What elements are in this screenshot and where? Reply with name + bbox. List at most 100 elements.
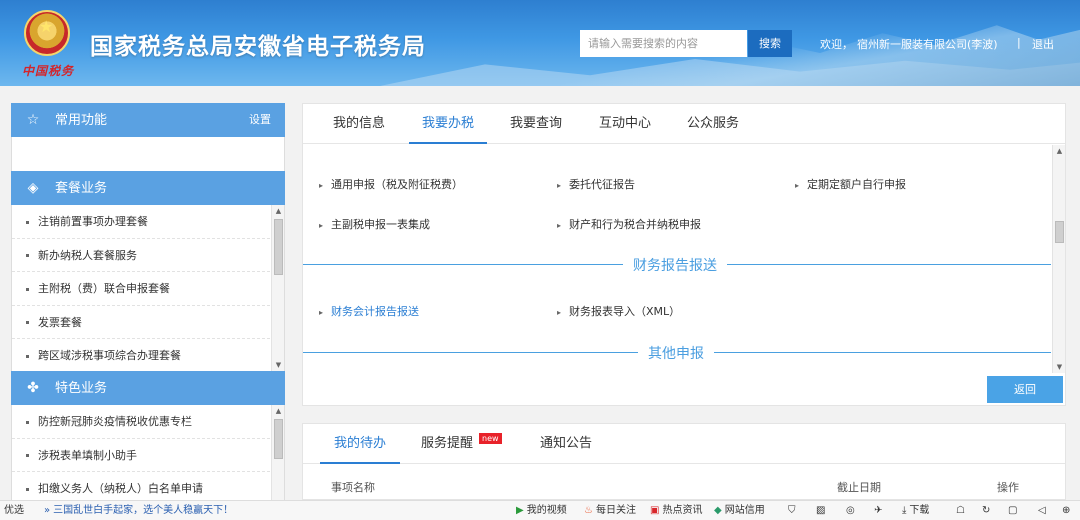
settings-link[interactable]: 设置 xyxy=(249,103,271,137)
tab-public-service[interactable]: 公众服务 xyxy=(687,104,739,144)
emblem-caption: 中国税务 xyxy=(22,64,75,78)
column-header-deadline: 截止日期 xyxy=(837,481,881,494)
scroll-thumb[interactable] xyxy=(1055,221,1064,243)
common-functions-title: 常用功能 xyxy=(55,113,108,128)
package-business-title: 套餐业务 xyxy=(55,181,108,196)
globe-icon[interactable]: ◎ xyxy=(846,501,855,520)
tab-tax-handling[interactable]: 我要办税 xyxy=(409,104,488,144)
tax-services-panel: 我的信息 我要办税 我要查询 互动中心 公众服务 ▸ 通用申报（税及附征税费） ▸… xyxy=(302,103,1066,406)
sidebar-item-package[interactable]: 主附税（费）联合申报套餐 xyxy=(12,272,270,306)
caret-right-icon: ▸ xyxy=(319,308,324,317)
search-input[interactable] xyxy=(580,30,747,57)
status-my-video[interactable]: ▶ 我的视频 xyxy=(516,501,567,520)
new-badge: new xyxy=(479,433,502,444)
scroll-thumb[interactable] xyxy=(274,219,283,275)
section-title-other: 其他申报 xyxy=(638,343,714,363)
company-name[interactable]: 宿州新一服装有限公司(李波) xyxy=(857,38,998,51)
sidebar: ☆ 常用功能 设置 ◈ 套餐业务 注销前置事项办理套餐 新办纳税人套餐服务 主附税（… xyxy=(11,103,285,500)
back-button[interactable]: 返回 xyxy=(987,376,1063,403)
browser-status-bar: 优选 » 三国乱世白手起家，选个美人稳赢天下！ ▶ 我的视频 ♨ 每日关注 ▣ 热点资讯… xyxy=(0,500,1080,520)
caret-right-icon: ▸ xyxy=(319,221,324,230)
finance-import-link[interactable]: ▸ 财务报表导入（XML） xyxy=(557,303,680,319)
news-ticker[interactable]: » 三国乱世白手起家，选个美人稳赢天下！ xyxy=(44,501,233,520)
sidebar-item-package[interactable]: 注销前置事项办理套餐 xyxy=(12,205,270,239)
scroll-up-arrow-icon[interactable]: ▲ xyxy=(274,407,283,415)
declare-link[interactable]: ▸ 通用申报（税及附征税费） xyxy=(319,176,463,192)
status-daily-focus[interactable]: ♨ 每日关注 xyxy=(584,501,636,520)
header-separator: | xyxy=(1017,36,1021,49)
site-title: 国家税务总局安徽省电子税务局 xyxy=(90,34,426,60)
tab-interaction[interactable]: 互动中心 xyxy=(599,104,651,144)
common-functions-list xyxy=(11,137,285,171)
image-icon[interactable]: ▨ xyxy=(816,501,825,520)
drop-icon: ◆ xyxy=(714,505,722,516)
declare-link[interactable]: ▸ 主副税申报一表集成 xyxy=(319,216,430,232)
tab-notice[interactable]: 通知公告 xyxy=(540,424,592,464)
tax-emblem-logo: ★ xyxy=(24,10,70,60)
declare-link[interactable]: ▸ 定期定额户自行申报 xyxy=(795,176,906,192)
status-preferred[interactable]: 优选 xyxy=(4,501,24,520)
scroll-down-arrow-icon[interactable]: ▼ xyxy=(1055,363,1064,371)
section-title-finance: 财务报告报送 xyxy=(623,255,727,275)
tab-my-info[interactable]: 我的信息 xyxy=(333,104,385,144)
welcome-label: 欢迎， xyxy=(820,38,853,51)
special-business-title: 特色业务 xyxy=(55,381,108,396)
volume-icon[interactable]: ◁ xyxy=(1038,501,1046,520)
column-header-item: 事项名称 xyxy=(331,481,375,494)
todo-panel: 我的待办 服务提醒 new 通知公告 事项名称 截止日期 操作 xyxy=(302,423,1066,500)
package-business-header[interactable]: ◈ 套餐业务 xyxy=(11,171,285,205)
main-tabs: 我的信息 我要办税 我要查询 互动中心 公众服务 xyxy=(303,104,1065,144)
download-icon: ⤓ xyxy=(902,505,907,516)
tab-service-reminder[interactable]: 服务提醒 xyxy=(421,424,473,464)
welcome-text: 欢迎， 宿州新一服装有限公司(李波) xyxy=(820,36,1002,52)
special-business-list: 防控新冠肺炎疫情税收优惠专栏 涉税表单填制小助手 扣缴义务人（纳税人）白名单申请… xyxy=(11,405,285,500)
caret-right-icon: ▸ xyxy=(557,181,562,190)
special-business-header[interactable]: ✤ 特色业务 xyxy=(11,371,285,405)
caret-right-icon: ▸ xyxy=(557,308,562,317)
tab-content: ▸ 通用申报（税及附征税费） ▸ 委托代征报告 ▸ 定期定额户自行申报 ▸ 主副税申报一… xyxy=(303,145,1065,373)
sidebar-item-special[interactable]: 扣缴义务人（纳税人）白名单申请 xyxy=(12,472,270,500)
zoom-icon[interactable]: ⊕ xyxy=(1062,501,1070,520)
scroll-up-arrow-icon[interactable]: ▲ xyxy=(274,207,283,215)
news-icon: ▣ xyxy=(650,505,660,516)
declare-link[interactable]: ▸ 委托代征报告 xyxy=(557,176,635,192)
site-header: ★ 中国税务 国家税务总局安徽省电子税务局 搜索 欢迎， 宿州新一服装有限公司(李… xyxy=(0,0,1080,86)
content-scrollbar[interactable]: ▲ ▼ xyxy=(1052,145,1065,373)
caret-right-icon: ▸ xyxy=(795,181,800,190)
shield-icon[interactable]: ⛉ xyxy=(788,501,796,520)
caret-right-icon: ▸ xyxy=(319,181,324,190)
scroll-down-arrow-icon[interactable]: ▼ xyxy=(274,361,283,369)
sidebar-item-package[interactable]: 发票套餐 xyxy=(12,306,270,339)
sidebar-item-package[interactable]: 新办纳税人套餐服务 xyxy=(12,239,270,272)
special-list-scrollbar[interactable]: ▲ xyxy=(271,405,284,500)
layers-icon: ◈ xyxy=(27,180,39,196)
star-outline-icon: ☆ xyxy=(26,112,40,128)
logout-link[interactable]: 退出 xyxy=(1032,36,1054,52)
column-header-action: 操作 xyxy=(997,481,1019,494)
search-button[interactable]: 搜索 xyxy=(748,30,792,57)
package-list-scrollbar[interactable]: ▲ ▼ xyxy=(271,205,284,371)
play-icon: ▶ xyxy=(516,505,524,516)
tab-query[interactable]: 我要查询 xyxy=(510,104,562,144)
sidebar-item-special[interactable]: 防控新冠肺炎疫情税收优惠专栏 xyxy=(12,405,270,439)
caret-right-icon: ▸ xyxy=(557,221,562,230)
refresh-icon[interactable]: ↻ xyxy=(982,501,990,520)
status-download[interactable]: ⤓ 下载 xyxy=(902,501,929,520)
plane-icon[interactable]: ✈ xyxy=(874,501,882,520)
scroll-thumb[interactable] xyxy=(274,419,283,459)
status-site-credit[interactable]: ◆ 网站信用 xyxy=(714,501,765,520)
status-hot-news[interactable]: ▣ 热点资讯 xyxy=(650,501,702,520)
todo-tabs: 我的待办 服务提醒 new 通知公告 xyxy=(303,424,1065,464)
package-business-list: 注销前置事项办理套餐 新办纳税人套餐服务 主附税（费）联合申报套餐 发票套餐 跨… xyxy=(11,205,285,371)
sidebar-item-special[interactable]: 涉税表单填制小助手 xyxy=(12,439,270,472)
tab-my-todo[interactable]: 我的待办 xyxy=(320,424,401,464)
common-functions-header: ☆ 常用功能 设置 xyxy=(11,103,285,137)
double-chevron-icon: » xyxy=(44,505,51,516)
window-icon[interactable]: ▢ xyxy=(1008,501,1017,520)
gamepad-icon[interactable]: ☖ xyxy=(956,501,965,520)
scroll-up-arrow-icon[interactable]: ▲ xyxy=(1055,147,1064,155)
finance-report-link[interactable]: ▸ 财务会计报告报送 xyxy=(319,303,419,319)
flame-icon: ♨ xyxy=(584,505,593,516)
declare-link[interactable]: ▸ 财产和行为税合并纳税申报 xyxy=(557,216,701,232)
sidebar-item-package[interactable]: 跨区域涉税事项综合办理套餐 xyxy=(12,339,270,371)
